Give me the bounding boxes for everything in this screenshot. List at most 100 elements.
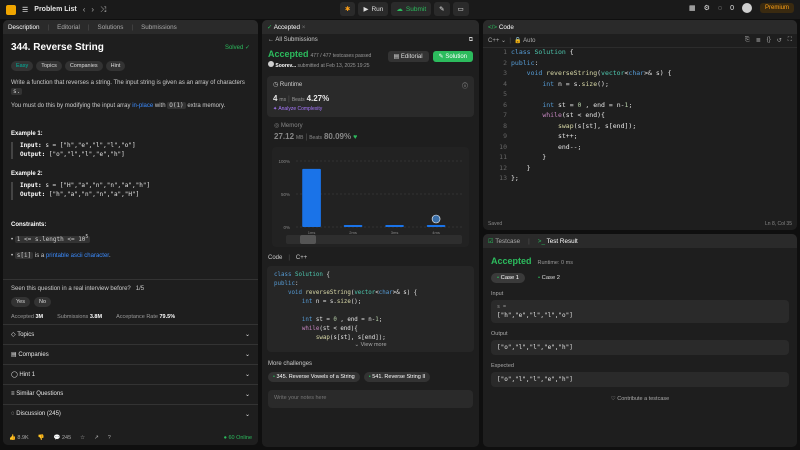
notes-button[interactable]: ✎ [434,2,450,16]
notes-input[interactable]: Write your notes here [268,390,473,408]
code-line[interactable]: int st = 0 , end = n-1; [511,101,632,111]
back-link[interactable]: ← All Submissions [268,37,318,43]
tab-testcase[interactable]: ☑ Testcase [488,238,520,245]
bookmark-icon[interactable]: ⎘ [745,37,750,44]
settings-icon[interactable]: ⚙ [704,4,710,12]
submit-button[interactable]: ☁ Submit [391,2,432,16]
example-1-heading: Example 1: [11,131,43,138]
contribute-testcase-button[interactable]: ♡ Contribute a testcase [483,396,797,402]
tab-test-result[interactable]: >_ Test Result [538,238,578,245]
code-header-bar: </> Code [483,20,797,34]
runtime-card[interactable]: ◷ Runtime ⓘ 4 ms | Beats 4.27% ✦ Analyze … [267,76,474,117]
topics-chip[interactable]: Topics [36,61,62,71]
prev-icon[interactable]: ‹ [83,5,86,14]
in-place-link[interactable]: in-place [132,103,153,109]
comments-button[interactable]: 💬 245 [54,435,72,441]
no-button[interactable]: No [33,296,52,307]
bar[interactable] [302,168,321,227]
hint-chip[interactable]: Hint [105,61,126,71]
help-icon[interactable]: ? [108,435,111,441]
line-number: 2 [503,58,507,67]
code-line[interactable]: int n = s.size(); [511,80,609,90]
memory-section[interactable]: ◎ Memory 27.12 MB | Beats 80.09% ♥ [262,117,479,141]
slider-handle[interactable] [300,235,316,244]
yes-button[interactable]: Yes [11,296,30,307]
code-line[interactable]: void reverseString(vector<char>& s) { [511,69,672,79]
runtime-beats: 4.27% [306,94,330,103]
bar[interactable] [343,225,363,227]
tab-editorial[interactable]: Editorial [57,24,80,31]
constraint-2: • s[i] is a printable ascii character. [11,251,111,259]
your-submission-marker[interactable] [431,214,441,224]
copy-link-icon[interactable]: ⧉ [469,37,473,44]
output-label: Output [491,331,508,337]
challenge-link-345[interactable]: • 345. Reverse Vowels of a String [268,372,360,382]
tab-description[interactable]: Description [8,24,40,31]
share-icon[interactable]: ↗ [94,435,99,441]
bar[interactable] [426,225,446,227]
code-line[interactable]: }; [511,174,519,184]
accordion-hint[interactable]: ◯ Hint 1 ⌄ [3,363,258,384]
line-number: 12 [499,163,507,172]
similar-icon: ≡ [11,391,15,398]
chevron-down-icon: ⌄ [244,391,250,398]
problem-list-link[interactable]: Problem List [34,6,76,13]
code-line[interactable]: public: [511,59,538,69]
challenge-link-541[interactable]: • 541. Reverse String II [363,372,431,382]
runtime-distribution-chart[interactable]: 100% 50% 0% 1ms 2ms 3ms 4ms [262,143,479,253]
avatar[interactable] [741,3,752,13]
fullscreen-icon[interactable]: ⛶ [788,37,792,44]
companies-chip[interactable]: Companies [64,61,103,71]
accordion-similar[interactable]: ≡ Similar Questions ⌄ [3,383,258,404]
line-number: 4 [503,79,507,88]
testcases-passed: 477 / 477 testcases passed [310,53,372,59]
logo[interactable] [6,4,16,15]
reset-icon[interactable]: ↺ [777,37,782,44]
case-1-tab[interactable]: • Case 1 [491,273,526,283]
bulb-icon: ◯ [11,371,18,378]
code-line[interactable]: swap(s[st], s[end]); [511,122,636,132]
auto-toggle[interactable]: 🔒 Auto [514,38,535,44]
premium-button[interactable]: Premium [759,3,794,13]
case-2-tab[interactable]: • Case 2 [532,273,566,283]
next-icon[interactable]: › [91,5,94,14]
code-line[interactable]: st++; [511,132,578,142]
solution-button[interactable]: ✎ Solution [432,51,473,62]
tab-accepted[interactable]: ✓ Accepted × [267,24,305,31]
info-icon[interactable]: ⓘ [462,81,468,90]
code-editor-panel: </> Code C++ ⌄ | 🔒 Auto ⎘ ≣{} ↺ ⛶ 1 class So… [483,20,797,230]
star-icon[interactable]: ☆ [80,435,85,441]
ascii-link[interactable]: printable ascii character [46,253,109,259]
tab-submissions[interactable]: Submissions [141,24,177,31]
language-select[interactable]: C++ ⌄ [488,38,506,44]
debug-button[interactable]: ✱ [340,2,356,16]
tab-solutions[interactable]: Solutions [98,24,124,31]
line-number: 8 [503,121,507,130]
editorial-button[interactable]: ▤ Editorial [387,51,429,62]
accordion-companies[interactable]: ▤ Companies ⌄ [3,343,258,364]
code-line[interactable]: } [511,153,546,163]
chevron-down-icon: ⌄ [244,371,250,378]
format-icon[interactable]: ≣ [756,37,761,44]
code-line[interactable]: } [511,164,531,174]
code-line[interactable]: while(st < end){ [511,111,605,121]
description-text-2: You must do this by modifying the input … [11,102,226,110]
braces-icon[interactable]: {} [767,37,771,44]
bar[interactable] [385,225,404,227]
list-icon[interactable]: ☰ [22,6,28,14]
accordion-topics[interactable]: ◇ Topics ⌄ [3,323,258,344]
code-line[interactable]: class Solution { [511,48,574,58]
layout-icon[interactable]: ▦ [689,4,696,12]
chip-icon: ◎ [274,123,280,129]
code-editor[interactable]: 1 class Solution {2 public: 3 void reverseS… [483,48,797,218]
code-line[interactable]: end--; [511,143,582,153]
run-button[interactable]: ▶ Run [358,2,389,16]
dislike-icon[interactable]: 👎 [38,435,45,441]
view-more-button[interactable]: ⌄ View more [267,341,474,350]
chat-button[interactable]: ▭ [452,2,469,16]
fire-icon[interactable]: ◌ [718,5,722,12]
analyze-complexity-link[interactable]: ✦ Analyze Complexity [273,106,468,112]
like-button[interactable]: 👍 8.9K [9,435,29,441]
shuffle-icon[interactable]: ⤨ [100,5,106,15]
accordion-discussion[interactable]: ◌ Discussion (245) ⌄ [3,403,258,424]
